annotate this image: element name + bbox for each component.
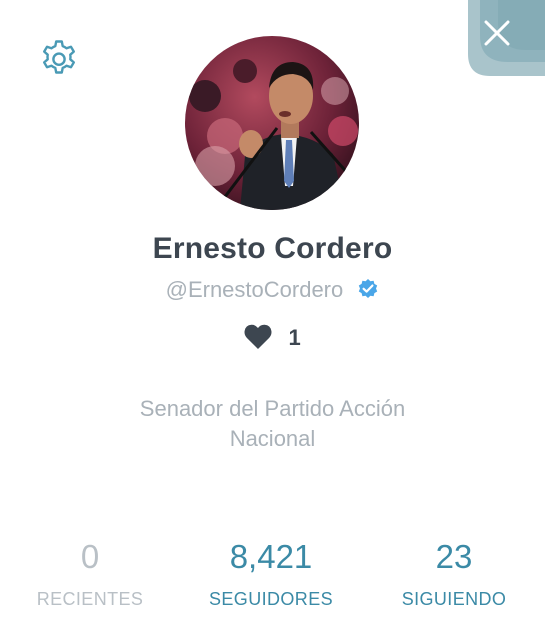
recientes-count: 0 xyxy=(80,538,100,575)
bio-line-1: Senador del Partido Acción xyxy=(139,396,406,421)
stat-recientes[interactable]: 0 RECIENTES xyxy=(0,537,180,610)
verified-badge-icon xyxy=(359,279,378,298)
gear-icon xyxy=(43,40,75,74)
seguidores-label: SEGUIDORES xyxy=(208,589,334,609)
close-button[interactable] xyxy=(468,0,545,76)
heart-icon xyxy=(244,324,272,349)
stat-seguidores[interactable]: 8,421 SEGUIDORES xyxy=(181,537,361,610)
recientes-label: RECIENTES xyxy=(36,589,144,609)
likes-count[interactable]: 1 xyxy=(0,324,545,351)
siguiendo-count: 23 xyxy=(435,538,473,575)
profile-handle: @ErnestoCordero xyxy=(165,277,344,302)
siguiendo-label: SIGUIENDO xyxy=(401,589,507,609)
likes-value: 1 xyxy=(288,325,301,350)
avatar xyxy=(185,36,359,210)
bio-line-2: Nacional xyxy=(229,426,316,451)
seguidores-count: 8,421 xyxy=(229,538,313,575)
settings-button[interactable] xyxy=(37,38,81,82)
stat-siguiendo[interactable]: 23 SIGUIENDO xyxy=(364,537,544,610)
handle-row: @ErnestoCordero xyxy=(0,277,545,303)
profile-name: Ernesto Cordero xyxy=(152,232,393,265)
profile-screen: Ernesto Cordero @ErnestoCordero 1 Senado… xyxy=(0,0,545,618)
profile-bio: Senador del Partido Acción Nacional xyxy=(60,394,485,454)
